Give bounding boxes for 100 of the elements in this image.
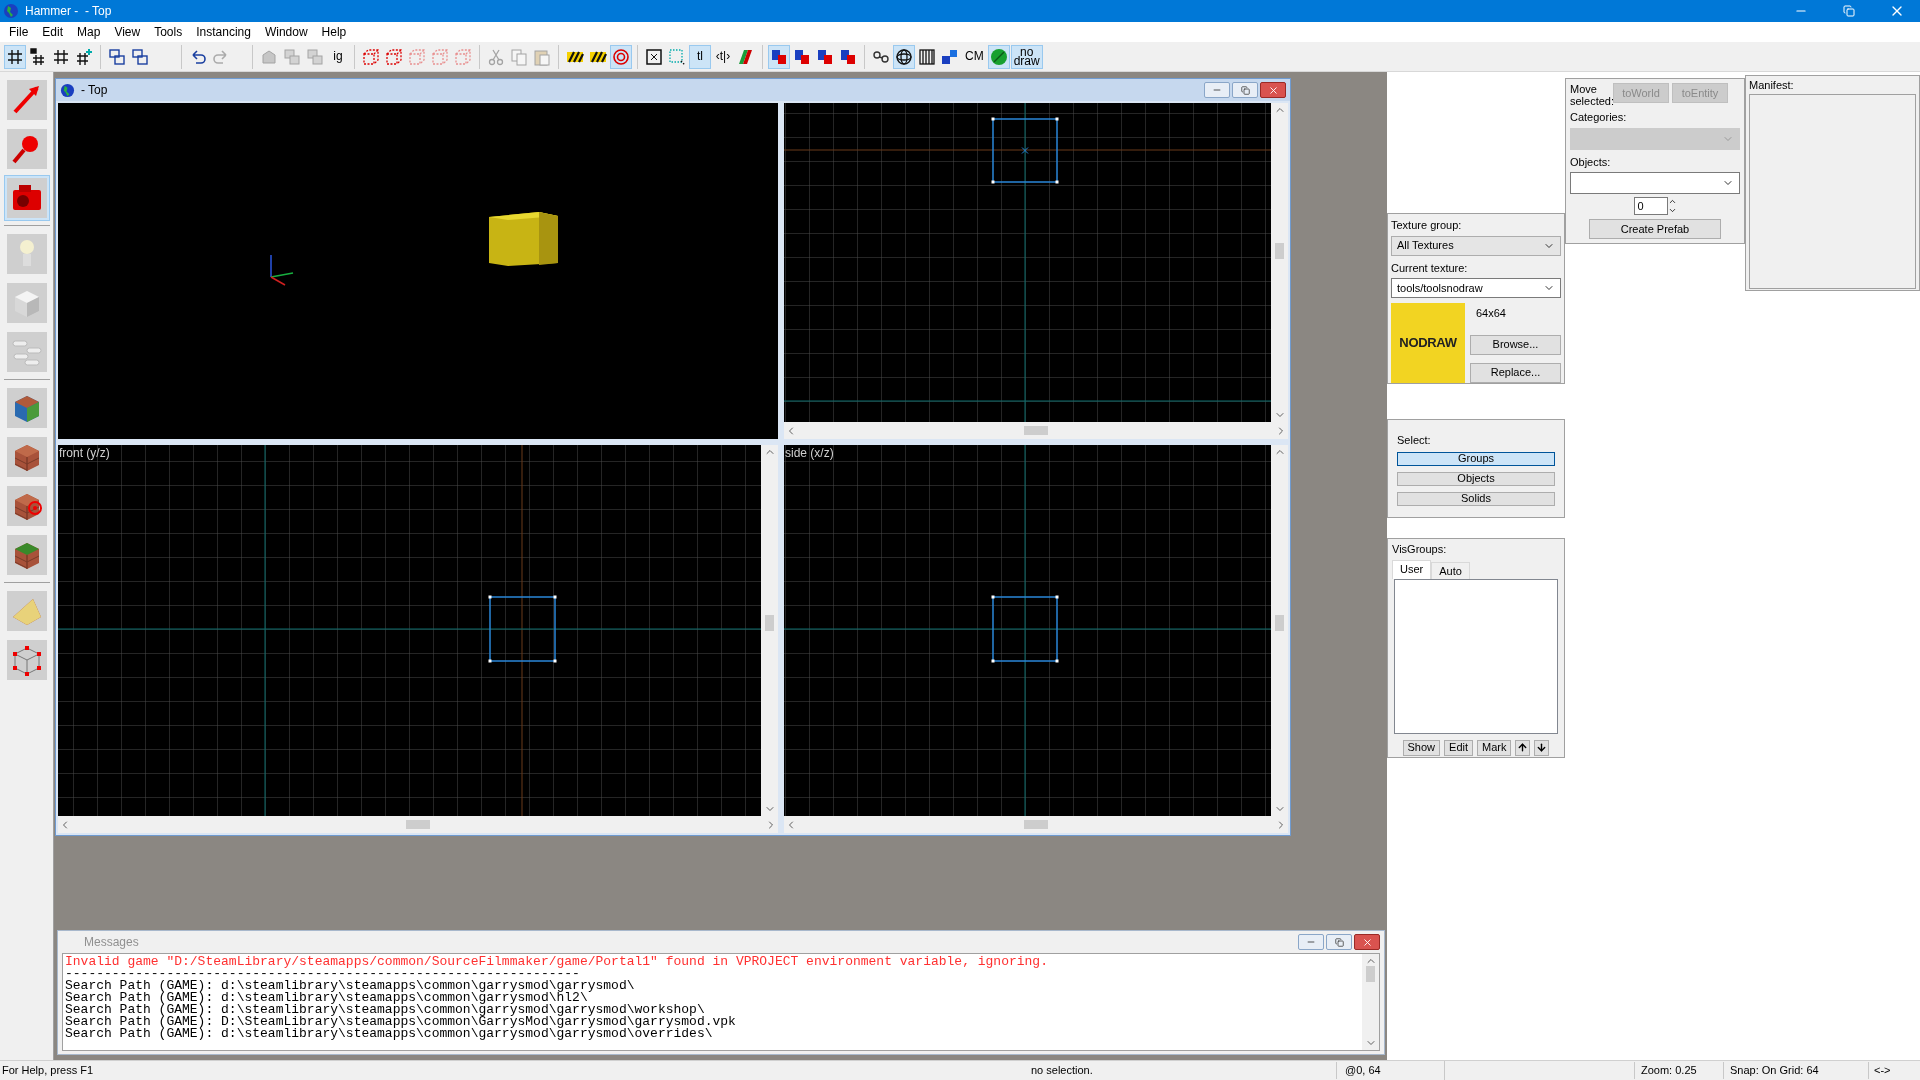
current-texture-dropdown[interactable]: tools/toolsnodraw <box>1391 278 1561 298</box>
move-down-button[interactable] <box>1534 739 1550 756</box>
close-button[interactable] <box>1354 934 1380 950</box>
dashed-cube-icon <box>384 46 404 67</box>
select-mode-button[interactable]: Groups <box>1397 451 1555 466</box>
scrollbar-thumb[interactable] <box>1024 426 1048 435</box>
grid-plus-icon <box>74 46 94 67</box>
status-text: For Help, press F1 <box>1 1063 95 1079</box>
selection-box[interactable] <box>991 595 1059 663</box>
window-title: Hammer - - Top <box>25 3 112 20</box>
restore-icon <box>1843 5 1855 17</box>
vertical-scrollbar[interactable] <box>1271 103 1288 422</box>
spin-up-icon[interactable] <box>1667 197 1677 206</box>
close-icon <box>1361 936 1373 948</box>
leaf-icon <box>988 46 1009 67</box>
status-text: Snap: On Grid: 64 <box>1723 1062 1868 1079</box>
map-window-title: - Top <box>81 82 108 99</box>
menu-item[interactable]: Window <box>257 23 315 41</box>
texture-group-dropdown[interactable]: All Textures <box>1391 235 1561 256</box>
viewport-label: front (y/z) <box>59 447 110 459</box>
status-text: Zoom: 0.25 <box>1634 1062 1723 1079</box>
target-cube-icon <box>6 486 47 526</box>
move-up-button[interactable] <box>1515 739 1531 756</box>
brick-cube-icon <box>6 437 47 477</box>
field-label: Manifest: <box>1749 78 1795 93</box>
selection-box[interactable] <box>991 117 1059 184</box>
tool-button[interactable] <box>3 175 50 221</box>
scrollbar-thumb[interactable] <box>1366 966 1375 982</box>
stacked-squares-icon <box>130 46 150 67</box>
horizontal-scrollbar[interactable] <box>784 816 1288 833</box>
scrollbar-thumb[interactable] <box>1024 820 1048 829</box>
vertical-scrollbar[interactable] <box>761 445 778 816</box>
texture-button[interactable]: Browse... <box>1470 334 1561 355</box>
visgroup-tab[interactable]: User <box>1392 559 1432 579</box>
dashed-cube-icon <box>361 46 381 67</box>
toolbar-button[interactable]: ‹t|› <box>712 44 734 69</box>
menu-item[interactable]: Instancing <box>189 23 258 41</box>
toolbar-button[interactable] <box>768 44 790 69</box>
viewport-label: side (x/z) <box>785 447 834 459</box>
visgroup-button[interactable]: Mark <box>1477 739 1512 756</box>
visgroup-button[interactable]: Show <box>1402 739 1441 756</box>
dotted-square-icon <box>667 46 687 67</box>
wireframe-cube-icon <box>6 640 47 680</box>
restore-button[interactable] <box>1232 82 1258 98</box>
log-line: Search Path (GAME): d:\steamlibrary\steamapps\common\garrysmod\garrysmod\ <box>65 980 636 992</box>
dashed-cube-icon <box>407 46 427 67</box>
scrollbar-thumb[interactable] <box>1275 243 1284 259</box>
status-text: no selection. <box>1031 1063 1094 1079</box>
minimize-button[interactable] <box>1204 82 1230 98</box>
cube-icon <box>6 283 47 323</box>
menu-item[interactable]: Edit <box>35 23 71 41</box>
visgroup-button[interactable]: Edit <box>1444 739 1473 756</box>
toolbar-button[interactable] <box>4 44 26 69</box>
vertical-scrollbar[interactable] <box>1362 954 1379 1050</box>
close-button[interactable] <box>1260 82 1286 98</box>
restore-icon <box>1334 937 1344 947</box>
messages-title: Messages <box>83 934 139 951</box>
stacked-squares-icon <box>107 46 127 67</box>
menu-item[interactable]: Map <box>70 23 108 41</box>
stacked-boxes-icon <box>282 46 302 67</box>
bulb-icon <box>6 234 47 274</box>
selection-box[interactable] <box>488 595 557 663</box>
textured-cube-icon <box>6 388 47 428</box>
scrollbar-thumb[interactable] <box>406 820 430 829</box>
toolbar-button[interactable]: ig <box>327 44 349 69</box>
field-label: Categories: <box>1570 110 1628 125</box>
menu-item[interactable]: Tools <box>147 23 190 41</box>
select-mode-button[interactable]: Objects <box>1397 471 1555 486</box>
minimize-button[interactable] <box>1298 934 1324 950</box>
visgroup-tab[interactable]: Auto <box>1431 561 1470 579</box>
scrollbar-thumb[interactable] <box>1275 615 1284 631</box>
arrow-down-icon <box>1536 742 1548 753</box>
toolbar-button[interactable]: tl <box>689 44 711 69</box>
horizontal-scrollbar[interactable] <box>58 816 778 833</box>
toolbar-button[interactable]: CM <box>962 44 987 69</box>
restore-button[interactable] <box>1326 934 1352 950</box>
copy-icon <box>509 46 529 67</box>
dashed-cube-icon <box>453 46 473 67</box>
ring-icon <box>611 46 631 67</box>
spin-down-icon[interactable] <box>1667 206 1677 215</box>
stacked-boxes-icon <box>305 46 325 67</box>
horizontal-scrollbar[interactable] <box>784 422 1288 439</box>
texture-button[interactable]: Replace... <box>1470 362 1561 383</box>
sphere-icon <box>894 46 914 67</box>
magnifier-icon <box>6 129 47 169</box>
vertical-scrollbar[interactable] <box>1271 445 1288 816</box>
visgroup-list[interactable] <box>1394 578 1558 734</box>
toolbar-button[interactable]: no draw <box>1010 44 1043 69</box>
menu-item[interactable]: Help <box>314 23 354 41</box>
menu-item[interactable]: File <box>2 23 36 41</box>
objects-dropdown[interactable] <box>1570 172 1740 194</box>
menu-item[interactable]: View <box>107 23 148 41</box>
globe-icon <box>60 82 75 98</box>
toolbar-button[interactable] <box>893 44 915 69</box>
select-mode-button[interactable]: Solids <box>1397 491 1555 506</box>
scrollbar-thumb[interactable] <box>765 615 774 631</box>
create-prefab-button[interactable]: Create Prefab <box>1589 219 1721 239</box>
texture-size: 64x64 <box>1475 306 1507 321</box>
field-label: Objects: <box>1570 154 1612 170</box>
manifest-list[interactable] <box>1749 93 1916 289</box>
